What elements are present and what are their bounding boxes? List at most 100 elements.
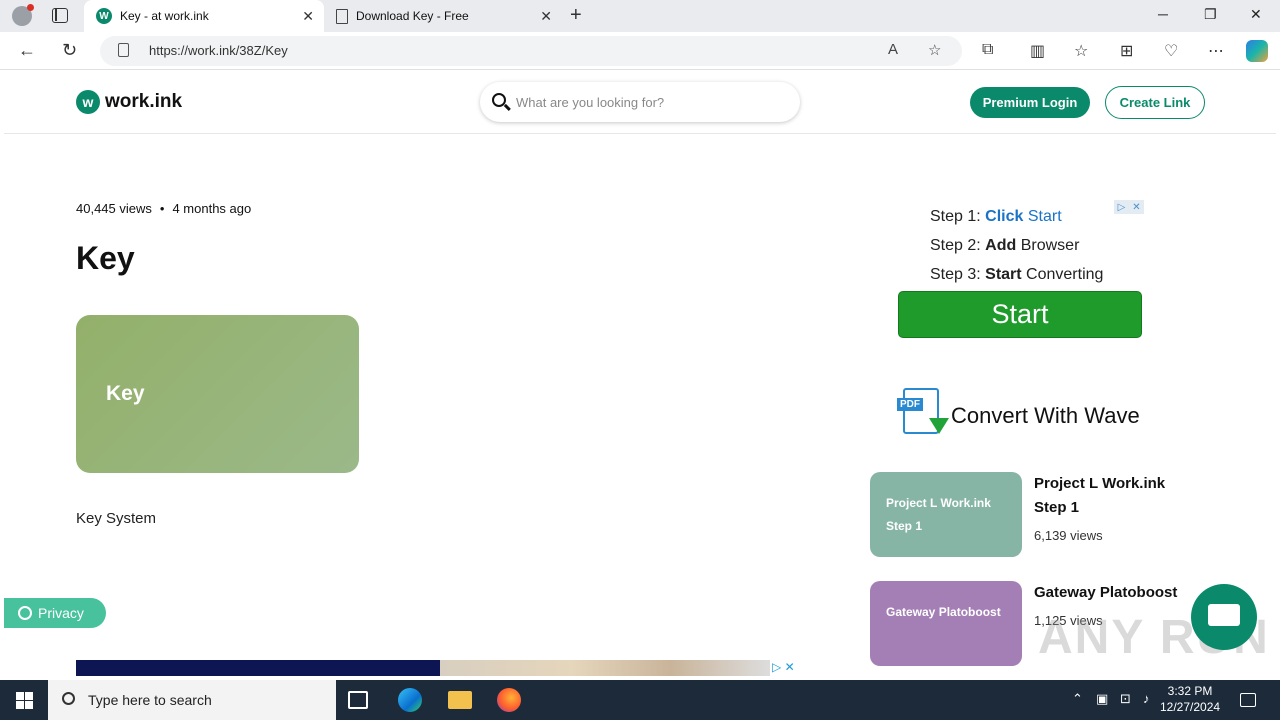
web-page: w work.ink Premium Login Create Link 40,… [4,70,1276,676]
step-prefix: Step 3: [930,266,986,283]
address-bar[interactable]: https://work.ink/38Z/Key A ☆ [100,36,962,66]
ad-choices-controls[interactable]: ▷ ✕ [1114,200,1144,214]
logo-text: work.ink [105,91,183,112]
close-window-button[interactable]: ✕ [1250,6,1262,23]
tab-key-workink[interactable]: W Key - at work.ink ✕ [84,0,324,32]
browser-essentials-icon[interactable]: ♡ [1164,41,1178,61]
lock-icon[interactable] [118,43,129,57]
ad-banner-dark-panel [76,660,440,676]
tab-actions-icon[interactable] [52,8,68,23]
taskbar-search[interactable]: Type here to search [48,680,336,720]
minimize-button[interactable]: ─ [1158,6,1168,22]
edge-icon[interactable] [398,688,422,712]
read-aloud-icon[interactable]: A [888,41,898,58]
site-header: w work.ink Premium Login Create Link [4,70,1276,134]
step-bold: Add [985,237,1017,254]
view-count: 40,445 views [76,201,152,216]
extensions-icon[interactable]: ⧉ [982,41,993,59]
step-rest: Browser [1016,237,1080,254]
volume-icon[interactable]: ♪ [1143,691,1150,706]
ad-choices-icon[interactable]: ▷ ✕ [772,660,806,676]
taskbar-search-placeholder: Type here to search [88,692,212,708]
tab-title: Key - at work.ink [120,9,209,23]
pdf-download-icon: PDF [897,388,949,444]
copilot-icon[interactable] [1246,40,1268,62]
related-thumbnail[interactable]: Gateway Platoboost [870,581,1022,666]
ad-step-1: Step 1: Click Start [930,202,1103,231]
clock-date: 12/27/2024 [1160,700,1221,714]
refresh-icon[interactable]: ↻ [62,40,77,61]
link-description: Key System [76,510,157,527]
site-logo[interactable]: w work.ink [76,90,182,114]
tray-chevron-icon[interactable]: ⌃ [1072,691,1083,707]
ad-info-icon[interactable]: ▷ [1114,200,1129,214]
firefox-icon[interactable] [497,688,521,712]
privacy-button[interactable]: Privacy [4,598,106,628]
link-card[interactable]: Key [76,315,359,473]
bottom-ad-banner[interactable]: ▷ ✕ [76,660,806,676]
premium-login-button[interactable]: Premium Login [970,87,1090,118]
more-menu-icon[interactable]: ⋯ [1208,41,1224,61]
related-item[interactable]: Project L Work.ink Step 1 Project L Work… [870,472,1210,558]
thumbnail-text: Project L Work.ink Step 1 [886,496,991,533]
url-text[interactable]: https://work.ink/38Z/Key [149,43,288,58]
ad-steps[interactable]: Step 1: Click Start Step 2: Add Browser … [930,202,1103,289]
step-bold: Click [985,208,1024,225]
profile-icon[interactable] [12,4,34,26]
search-icon [62,692,75,705]
ad-step-2: Step 2: Add Browser [930,231,1103,260]
pdf-label: PDF [897,398,923,411]
ad-close-icon[interactable]: ✕ [1129,200,1144,214]
network-icon[interactable]: ⊡ [1120,691,1131,707]
notifications-icon[interactable] [1240,693,1256,707]
related-thumbnail[interactable]: Project L Work.ink Step 1 [870,472,1022,557]
collections-icon[interactable]: ⊞ [1120,41,1133,61]
privacy-label: Privacy [38,605,84,621]
step-prefix: Step 1: [930,208,986,225]
back-arrow-icon[interactable]: ← [18,40,36,61]
thumbnail-text: Gateway Platoboost [886,605,1001,619]
windows-start-icon[interactable] [16,692,33,709]
related-title[interactable]: Project L Work.ink Step 1 [1034,472,1194,520]
step-bold: Start [985,266,1022,283]
search-icon [492,93,506,107]
clock-time: 3:32 PM [1167,684,1213,698]
gear-icon [18,606,32,620]
search-input[interactable] [516,91,786,113]
split-screen-icon[interactable]: ▥ [1030,41,1045,61]
wave-ad-text: Convert With Wave [951,403,1140,428]
notification-dot [27,4,34,11]
tab-download-key[interactable]: Download Key - Free ✕ [326,0,562,32]
browser-tab-bar: W Key - at work.ink ✕ Download Key - Fre… [0,0,1280,32]
new-tab-button[interactable]: + [570,4,582,27]
tray-device-icon[interactable]: ▣ [1096,691,1108,707]
step-prefix: Step 2: [930,237,986,254]
step-rest: Start [1023,208,1062,225]
create-link-button[interactable]: Create Link [1105,86,1205,119]
document-icon [336,8,348,24]
meta-separator: • [159,201,165,216]
ad-start-button[interactable]: Start [898,291,1142,338]
favorites-icon[interactable]: ☆ [1074,41,1088,61]
download-arrow-icon [929,418,949,434]
browser-nav-bar: ← ↻ https://work.ink/38Z/Key A ☆ ⧉ ▥ ☆ ⊞… [0,32,1280,70]
chat-bubble-icon[interactable] [1191,584,1257,650]
site-search[interactable] [480,82,800,122]
tab-title: Download Key - Free [356,9,469,23]
post-age: 4 months ago [172,201,252,216]
workink-favicon-icon: W [96,8,112,24]
favorite-star-icon[interactable]: ☆ [928,41,941,59]
related-views: 6,139 views [1034,528,1103,543]
windows-taskbar: Type here to search ⌃ ▣ ⊡ ♪ 3:32 PM 12/2… [0,680,1280,720]
close-tab-icon[interactable]: ✕ [540,8,552,25]
maximize-button[interactable]: ❐ [1204,6,1217,23]
task-view-icon[interactable] [348,691,368,709]
related-title[interactable]: Gateway Platoboost [1034,581,1194,605]
card-label: Key [106,382,145,405]
file-explorer-icon[interactable] [448,691,472,709]
convert-with-wave-ad[interactable]: PDF Convert With Wave [897,388,1140,444]
taskbar-clock[interactable]: 3:32 PM 12/27/2024 [1160,683,1220,715]
ad-banner-photo [440,660,770,676]
close-tab-icon[interactable]: ✕ [302,8,314,25]
link-meta: 40,445 views • 4 months ago [76,201,251,216]
